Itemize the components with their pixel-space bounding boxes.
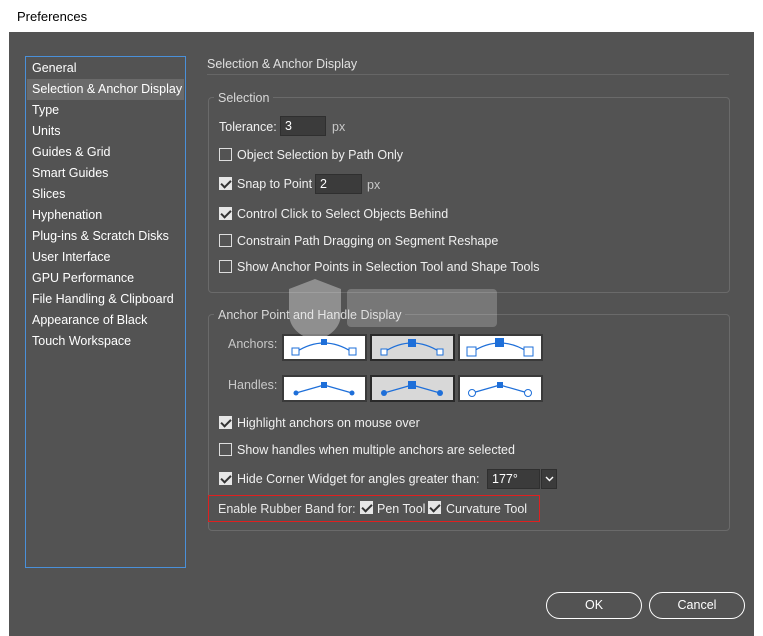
anchors-label: Anchors:: [228, 337, 278, 351]
title-bar: Preferences: [0, 0, 763, 32]
handle-style-option-3[interactable]: [458, 375, 543, 402]
sidebar-item-smart-guides[interactable]: Smart Guides: [27, 163, 184, 184]
sidebar-item-file-handling-clipboard[interactable]: File Handling & Clipboard: [27, 289, 184, 310]
rubber-band-label: Enable Rubber Band for:: [218, 502, 356, 516]
sidebar-item-selection-anchor-display[interactable]: Selection & Anchor Display: [27, 79, 184, 100]
sidebar-item-general[interactable]: General: [27, 58, 184, 79]
control-click-label: Control Click to Select Objects Behind: [237, 207, 449, 221]
corner-angle-input[interactable]: 177°: [487, 469, 540, 489]
highlight-anchors-checkbox[interactable]: [219, 416, 232, 429]
cancel-button[interactable]: Cancel: [649, 592, 745, 619]
sidebar-item-hyphenation[interactable]: Hyphenation: [27, 205, 184, 226]
sidebar-item-slices[interactable]: Slices: [27, 184, 184, 205]
sidebar-item-user-interface[interactable]: User Interface: [27, 247, 184, 268]
handle-style-option-1[interactable]: [282, 375, 367, 402]
pen-tool-label: Pen Tool: [377, 502, 426, 516]
show-anchor-points-checkbox[interactable]: [219, 260, 232, 273]
control-click-checkbox[interactable]: [219, 207, 232, 220]
object-selection-by-path-label: Object Selection by Path Only: [237, 148, 404, 162]
tolerance-input[interactable]: 3: [280, 116, 326, 136]
handle-style-option-2[interactable]: [370, 375, 455, 402]
pen-tool-checkbox[interactable]: [360, 501, 373, 514]
show-handles-multiple-label: Show handles when multiple anchors are s…: [237, 443, 515, 457]
object-selection-by-path-checkbox[interactable]: [219, 148, 232, 161]
handle-style-1-icon: [293, 382, 355, 396]
highlight-anchors-label: Highlight anchors on mouse over: [237, 416, 420, 430]
selection-group-label: Selection: [214, 91, 274, 105]
sidebar-item-type[interactable]: Type: [27, 100, 184, 121]
tolerance-label: Tolerance:: [219, 120, 277, 134]
section-divider: [207, 74, 729, 75]
snap-to-point-label: Snap to Point: [237, 177, 313, 191]
sidebar-item-touch-workspace[interactable]: Touch Workspace: [27, 331, 184, 352]
shield-logo-icon: [289, 279, 497, 341]
constrain-path-label: Constrain Path Dragging on Segment Resha…: [237, 234, 499, 248]
sidebar-item-gpu-performance[interactable]: GPU Performance: [27, 268, 184, 289]
sidebar-item-guides-grid[interactable]: Guides & Grid: [27, 142, 184, 163]
watermark-logo: [285, 275, 505, 350]
handle-style-2-icon: [381, 381, 443, 396]
handles-label: Handles:: [228, 378, 278, 392]
chevron-down-icon: [545, 476, 554, 482]
sidebar-item-plugins-scratch-disks[interactable]: Plug-ins & Scratch Disks: [27, 226, 184, 247]
tolerance-unit: px: [332, 120, 346, 134]
snap-to-point-input[interactable]: 2: [315, 174, 362, 194]
hide-corner-widget-checkbox[interactable]: [219, 472, 232, 485]
snap-to-point-checkbox[interactable]: [219, 177, 232, 190]
constrain-path-checkbox[interactable]: [219, 234, 232, 247]
sidebar-item-appearance-of-black[interactable]: Appearance of Black: [27, 310, 184, 331]
snap-to-point-unit: px: [367, 178, 381, 192]
ok-button[interactable]: OK: [546, 592, 642, 619]
section-title: Selection & Anchor Display: [207, 57, 358, 71]
curvature-tool-checkbox[interactable]: [428, 501, 441, 514]
show-handles-multiple-checkbox[interactable]: [219, 443, 232, 456]
corner-angle-dropdown[interactable]: [541, 469, 557, 489]
hide-corner-widget-label: Hide Corner Widget for angles greater th…: [237, 472, 480, 486]
show-anchor-points-label: Show Anchor Points in Selection Tool and…: [237, 260, 540, 274]
sidebar-item-units[interactable]: Units: [27, 121, 184, 142]
category-list: General Selection & Anchor Display Type …: [25, 56, 186, 568]
curvature-tool-label: Curvature Tool: [446, 502, 528, 516]
window-title: Preferences: [17, 9, 88, 24]
handle-style-3-icon: [468, 382, 532, 397]
